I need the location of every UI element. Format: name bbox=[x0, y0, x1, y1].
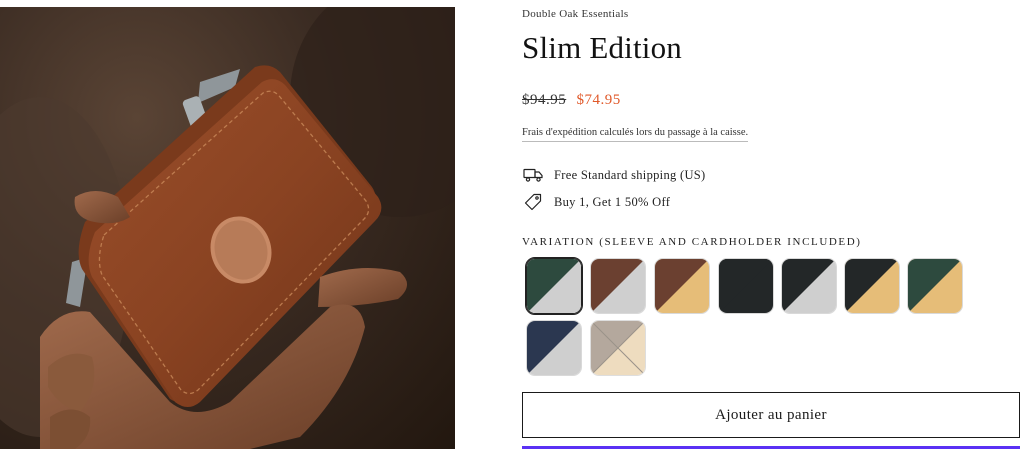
product-title: Slim Edition bbox=[522, 30, 683, 65]
price-row: $94.95 $74.95 bbox=[522, 92, 621, 109]
perk-free-shipping: Free Standard shipping (US) bbox=[522, 166, 705, 184]
sale-price: $74.95 bbox=[576, 92, 621, 108]
shipping-note: Frais d'expédition calculés lors du pass… bbox=[522, 127, 749, 142]
swatch-black[interactable] bbox=[718, 258, 774, 314]
swatch-black-tan[interactable] bbox=[844, 258, 900, 314]
add-to-cart-button[interactable]: Ajouter au panier bbox=[522, 392, 1020, 438]
shipping-note-text: Frais d'expédition calculés lors du pass… bbox=[522, 127, 749, 142]
swatch-green-tan[interactable] bbox=[907, 258, 963, 314]
perk-label: Free Standard shipping (US) bbox=[554, 167, 706, 182]
compare-price: $94.95 bbox=[522, 92, 567, 108]
perk-label: Buy 1, Get 1 50% Off bbox=[554, 194, 671, 209]
swatch-brown-grey[interactable] bbox=[590, 258, 646, 314]
swatch-taupe-cream-unavailable[interactable] bbox=[590, 320, 646, 376]
truck-icon bbox=[522, 166, 544, 184]
perk-bogo: Buy 1, Get 1 50% Off bbox=[522, 193, 670, 211]
swatch-navy-grey[interactable] bbox=[526, 320, 582, 376]
tag-icon bbox=[522, 193, 544, 211]
product-vendor: Double Oak Essentials bbox=[522, 8, 629, 20]
product-image[interactable] bbox=[0, 7, 455, 449]
product-info: Double Oak Essentials Slim Edition $94.9… bbox=[522, 0, 1022, 449]
swatch-black-grey[interactable] bbox=[781, 258, 837, 314]
swatch-brown-tan[interactable] bbox=[654, 258, 710, 314]
wallet-in-hand-photo bbox=[0, 7, 455, 449]
variation-label: VARIATION (SLEEVE AND CARDHOLDER INCLUDE… bbox=[522, 236, 862, 248]
swatch-green-grey[interactable] bbox=[525, 257, 583, 315]
